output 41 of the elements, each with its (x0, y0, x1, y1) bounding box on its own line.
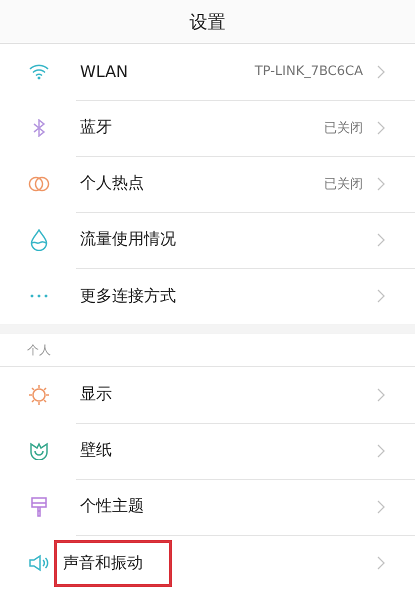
chevron-icon (377, 64, 385, 78)
chevron-icon (377, 289, 385, 303)
row-label: 蓝牙 (80, 117, 112, 138)
row-label: 更多连接方式 (80, 286, 176, 306)
row-value: TP-LINK_7BC6CA (254, 64, 363, 79)
tulip-icon (29, 442, 49, 460)
sun-icon (28, 384, 50, 406)
highlighted-label: 声音和振动 (54, 540, 172, 586)
row-label: 个人热点 (80, 173, 144, 194)
row-value: 已关闭 (324, 120, 363, 136)
settings-row[interactable]: 流量使用情况 (0, 212, 415, 268)
row-label: 个性主题 (80, 496, 144, 517)
section-heading: 个人 (27, 342, 51, 358)
chevron-icon (377, 388, 385, 402)
row-label: 壁纸 (80, 440, 112, 461)
paint-brush-icon (30, 497, 48, 517)
chevron-icon (377, 444, 385, 458)
settings-row[interactable]: 个人热点 已关闭 (0, 156, 415, 212)
settings-row[interactable]: 声音和振动 (0, 535, 415, 591)
droplet-icon (30, 229, 48, 251)
row-value: 已关闭 (324, 176, 363, 192)
row-label: 显示 (80, 384, 112, 405)
settings-row[interactable]: 显示 (0, 367, 415, 423)
chevron-icon (377, 232, 385, 246)
chevron-icon (377, 176, 385, 190)
page-title: 设置 (190, 10, 226, 34)
settings-row[interactable]: 壁纸 (0, 423, 415, 479)
more-dots-icon (30, 294, 48, 298)
hotspot-rings-icon (28, 176, 50, 192)
settings-row[interactable]: WLAN TP-LINK_7BC6CA (0, 44, 415, 100)
wifi-icon (29, 64, 49, 80)
bluetooth-icon (33, 119, 45, 137)
settings-row[interactable]: 更多连接方式 (0, 268, 415, 324)
settings-row[interactable]: 个性主题 (0, 479, 415, 535)
chevron-icon (377, 556, 385, 570)
row-label: 流量使用情况 (80, 229, 176, 250)
chevron-icon (377, 120, 385, 134)
speaker-icon (28, 554, 50, 572)
row-label: WLAN (80, 62, 128, 81)
settings-row[interactable]: 蓝牙 已关闭 (0, 100, 415, 156)
chevron-icon (377, 500, 385, 514)
